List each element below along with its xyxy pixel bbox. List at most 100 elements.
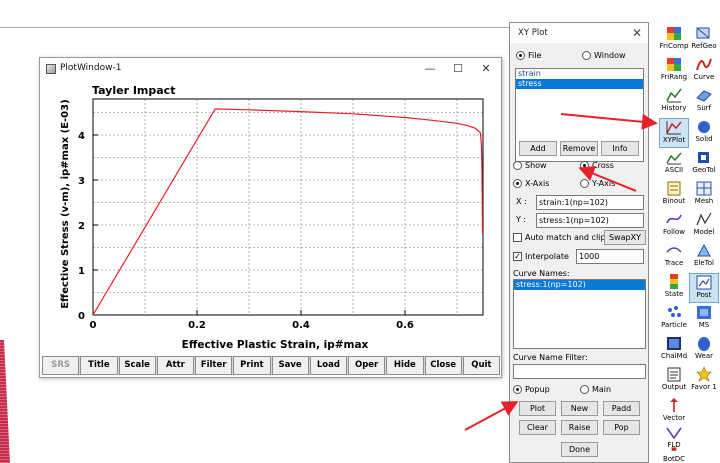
info-button[interactable]: Info <box>601 141 639 156</box>
minimize-button[interactable]: — <box>416 60 444 78</box>
xy-plot-title: XY Plot <box>518 28 548 38</box>
raise-button[interactable]: Raise <box>561 420 598 435</box>
print-button[interactable]: Print <box>233 356 271 375</box>
tool-refgeo[interactable]: RefGeo <box>689 25 719 55</box>
tool-surf[interactable]: Surf <box>689 87 719 117</box>
tool-solid[interactable]: Solid <box>689 118 719 148</box>
popup-radio[interactable]: Popup <box>513 385 550 394</box>
oper-button[interactable]: Oper <box>348 356 386 375</box>
y-axis-label: Effective Stress (v-m), ip#max (E-03) <box>60 99 71 308</box>
y-curve-field[interactable]: stress:1(np=102) <box>536 213 644 228</box>
binout-icon <box>667 181 681 196</box>
plot-window: PlotWindow-1 — ☐ ✕ 0 0.2 0.4 0.6 0 1 2 3 4 Tayle… <box>39 57 502 378</box>
y-tick-label: 4 <box>78 131 85 142</box>
output-icon <box>667 367 681 382</box>
geometry-icon <box>696 27 710 39</box>
interpolate-input[interactable]: 1000 <box>576 249 644 264</box>
botdc-icon <box>671 447 677 451</box>
swapxy-button[interactable]: SwapXY <box>604 230 646 245</box>
geotol-icon <box>698 152 709 163</box>
solid-icon <box>698 121 710 133</box>
curve-names-list[interactable]: stress:1(np=102) <box>513 279 646 349</box>
radio-on-icon <box>516 51 525 60</box>
radio-on-icon <box>513 179 522 188</box>
tool-ms[interactable]: MS <box>689 304 719 334</box>
tool-favor[interactable]: Favor 1 <box>689 366 719 396</box>
particle-icon <box>668 306 681 317</box>
title-button[interactable]: Title <box>80 356 118 375</box>
plot-button[interactable]: Plot <box>519 401 556 416</box>
x-curve-field[interactable]: strain:1(np=102) <box>536 195 644 210</box>
quit-button[interactable]: Quit <box>462 356 500 375</box>
pop-button[interactable]: Pop <box>603 420 640 435</box>
xy-plot-header[interactable]: XY Plot ✕ <box>510 23 648 43</box>
list-item-selected[interactable]: stress:1(np=102) <box>514 280 645 290</box>
add-button[interactable]: Add <box>519 141 557 156</box>
tool-wear[interactable]: Wear <box>689 335 719 365</box>
fld-icon <box>666 427 682 440</box>
list-item[interactable]: strain <box>516 69 643 79</box>
stress-strain-chart: 0 0.2 0.4 0.6 0 1 2 3 4 Tayler Impact Effective … <box>60 84 484 351</box>
tool-geotol[interactable]: GeoTol <box>689 149 719 179</box>
clear-button[interactable]: Clear <box>519 420 556 435</box>
radio-off-icon <box>513 161 522 170</box>
tool-post[interactable]: Post <box>689 273 719 303</box>
favor-icon <box>696 366 712 382</box>
y-axis-radio[interactable]: Y-Axis <box>580 179 615 188</box>
list-item-selected[interactable]: stress <box>516 79 643 89</box>
curve-icon <box>696 58 712 71</box>
chart-title: Tayler Impact <box>92 84 175 97</box>
app-icon <box>46 64 56 74</box>
xy-plot-close-icon[interactable]: ✕ <box>632 26 642 40</box>
cross-radio[interactable]: Cross <box>580 161 614 170</box>
x-tick-label: 0.4 <box>292 320 310 331</box>
remove-button[interactable]: Remove <box>560 141 598 156</box>
done-button[interactable]: Done <box>561 442 598 457</box>
srs-button[interactable]: SRS <box>42 356 80 375</box>
new-button[interactable]: New <box>561 401 598 416</box>
tool-botdc[interactable]: BotDC <box>659 447 689 463</box>
save-button[interactable]: Save <box>271 356 309 375</box>
scale-button[interactable]: Scale <box>118 356 156 375</box>
radio-on-icon <box>580 161 589 170</box>
chart-ticks: 0 0.2 0.4 0.6 0 1 2 3 4 <box>78 131 414 331</box>
plot-window-titlebar[interactable]: PlotWindow-1 — ☐ ✕ <box>40 58 501 80</box>
right-tool-palette: FriComp RefGeo FriRang Curve History Sur… <box>658 22 720 463</box>
plot-canvas[interactable]: 0 0.2 0.4 0.6 0 1 2 3 4 Tayler Impact Effective … <box>43 81 498 353</box>
checkbox-on-icon: ✓ <box>513 252 522 261</box>
hide-button[interactable]: Hide <box>386 356 424 375</box>
chart-grid <box>93 99 483 315</box>
background-model-fragment <box>0 340 10 463</box>
attr-button[interactable]: Attr <box>156 356 194 375</box>
auto-match-checkbox[interactable]: Auto match and clip <box>513 233 605 242</box>
show-radio[interactable]: Show <box>513 161 547 170</box>
background-divider <box>0 27 510 28</box>
chaimd-icon <box>667 337 681 350</box>
radio-off-icon <box>582 51 591 60</box>
close-button[interactable]: ✕ <box>472 60 500 78</box>
load-button[interactable]: Load <box>309 356 347 375</box>
plot-window-title: PlotWindow-1 <box>60 63 122 73</box>
tool-curve[interactable]: Curve <box>689 56 719 86</box>
cube-icon <box>667 58 681 71</box>
tool-state[interactable]: State <box>659 273 689 303</box>
padd-button[interactable]: Padd <box>603 401 640 416</box>
main-radio[interactable]: Main <box>580 385 611 394</box>
x-axis-radio[interactable]: X-Axis <box>513 179 549 188</box>
tool-vector[interactable]: Vector <box>659 397 689 427</box>
post-icon <box>696 275 712 290</box>
xy-plot-panel: XY Plot ✕ File Window strain stress Add … <box>509 22 649 463</box>
tool-model[interactable]: Model <box>689 211 719 241</box>
x-tick-label: 0.6 <box>396 320 414 331</box>
tool-mesh[interactable]: Mesh <box>689 180 719 210</box>
close-plot-button[interactable]: Close <box>424 356 462 375</box>
trace-icon <box>666 247 682 253</box>
tool-eletol[interactable]: EleTol <box>689 242 719 272</box>
curve-filter-input[interactable] <box>513 364 646 379</box>
plot-window-toolbar: SRS Title Scale Attr Filter Print Save L… <box>42 356 500 375</box>
maximize-button[interactable]: ☐ <box>444 60 472 78</box>
source-file-radio[interactable]: File <box>516 51 541 60</box>
source-window-radio[interactable]: Window <box>582 51 626 60</box>
interpolate-checkbox[interactable]: ✓ Interpolate <box>513 252 569 261</box>
filter-button[interactable]: Filter <box>195 356 233 375</box>
